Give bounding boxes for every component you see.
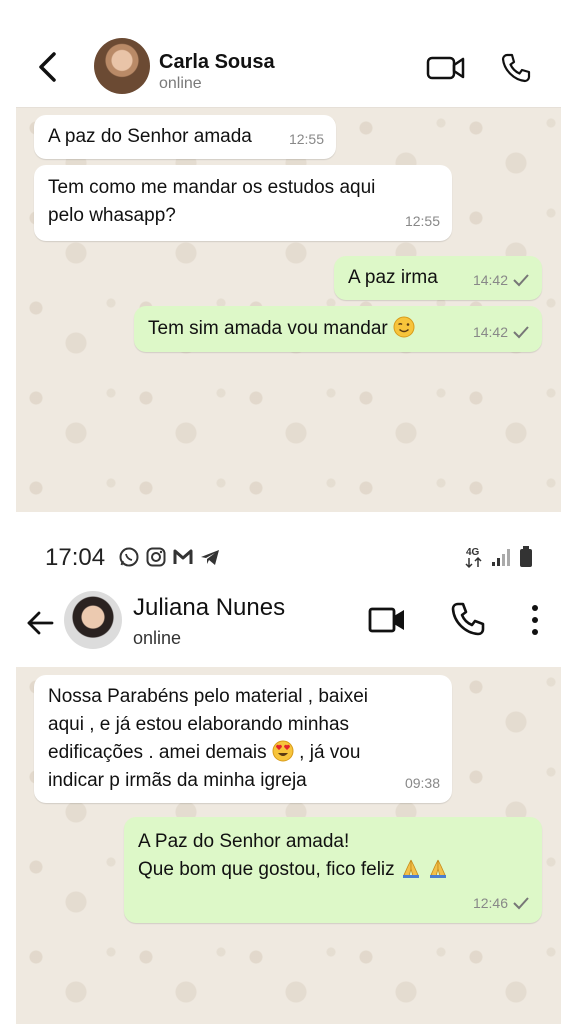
contact-name[interactable]: Carla Sousa xyxy=(159,51,275,74)
network-label: 4G xyxy=(466,547,480,558)
message-text: Que bom que gostou, fico feliz xyxy=(138,859,395,880)
message-text: , já vou xyxy=(299,742,361,763)
message-time: 14:42 xyxy=(472,324,508,340)
message-bubble-outgoing[interactable]: Tem sim amada vou mandar 14:42 xyxy=(134,306,542,352)
message-text-line: aqui , e já estou elaborando minhas xyxy=(48,714,350,735)
message-text: A paz do Senhor amada xyxy=(48,126,252,147)
message-bubble-outgoing[interactable]: A paz irma 14:42 xyxy=(334,256,542,300)
signal-icon xyxy=(492,549,510,566)
praying-hands-emoji-icon xyxy=(430,859,447,878)
chat-header: Juliana Nunes online xyxy=(16,587,561,667)
message-text: edificações . amei demais xyxy=(48,742,267,763)
contact-status: online xyxy=(159,75,202,92)
contact-status: online xyxy=(133,628,182,648)
back-arrow-icon[interactable] xyxy=(24,607,56,639)
sent-check-icon xyxy=(513,274,529,287)
message-text-line: Nossa Parabéns pelo material , baixei xyxy=(48,686,369,707)
phone-status-bar: 17:04 4G xyxy=(16,515,561,587)
message-time: 09:38 xyxy=(404,775,440,791)
video-call-icon[interactable] xyxy=(368,604,406,636)
sent-check-icon xyxy=(513,326,529,339)
message-text-line: A Paz do Senhor amada! xyxy=(138,831,350,852)
more-options-icon[interactable] xyxy=(529,603,541,637)
phone-icon[interactable] xyxy=(450,601,486,637)
avatar[interactable] xyxy=(64,591,122,649)
message-text-line: indicar p irmãs da minha igreja xyxy=(48,770,307,791)
message-bubble-outgoing[interactable]: A Paz do Senhor amada! Que bom que gosto… xyxy=(124,817,542,923)
network-4g-icon: 4G xyxy=(465,547,482,569)
chat-screenshot-carla: Carla Sousa online A paz do Senhor amada… xyxy=(16,0,561,512)
video-call-icon[interactable] xyxy=(426,55,466,81)
back-arrow-icon[interactable] xyxy=(36,50,60,84)
message-time: 14:42 xyxy=(472,272,508,288)
message-text-line: edificações . amei demais , já vou xyxy=(48,739,438,767)
telegram-icon xyxy=(201,550,219,565)
whatsapp-icon xyxy=(119,547,139,567)
status-clock: 17:04 xyxy=(45,544,106,571)
phone-icon[interactable] xyxy=(500,52,532,84)
battery-icon xyxy=(520,546,532,567)
praying-hands-emoji-icon xyxy=(402,859,419,878)
message-bubble-incoming[interactable]: A paz do Senhor amada 12:55 xyxy=(34,115,336,159)
message-time: 12:55 xyxy=(404,213,440,229)
instagram-icon xyxy=(146,547,166,567)
wink-emoji-icon xyxy=(393,316,415,338)
chat-header: Carla Sousa online xyxy=(16,0,561,108)
message-time: 12:55 xyxy=(288,131,324,147)
gmail-icon xyxy=(173,549,193,564)
message-bubble-incoming[interactable]: Tem como me mandar os estudos aqui pelo … xyxy=(34,165,452,241)
message-bubble-incoming[interactable]: Nossa Parabéns pelo material , baixei aq… xyxy=(34,675,452,803)
sent-check-icon xyxy=(513,897,529,910)
message-text: Tem sim amada vou mandar xyxy=(148,318,388,339)
message-text-line: Que bom que gostou, fico feliz xyxy=(138,856,528,884)
message-text-line: Tem como me mandar os estudos aqui xyxy=(48,177,376,198)
contact-name[interactable]: Juliana Nunes xyxy=(133,594,285,622)
avatar[interactable] xyxy=(94,38,150,94)
message-text: A paz irma xyxy=(348,267,438,288)
message-text-line: pelo whasapp? xyxy=(48,205,176,226)
heart-eyes-emoji-icon xyxy=(272,740,294,762)
message-time: 12:46 xyxy=(472,895,508,911)
chat-screenshot-juliana: 17:04 4G Juliana Nunes online Nossa Para… xyxy=(16,515,561,1024)
